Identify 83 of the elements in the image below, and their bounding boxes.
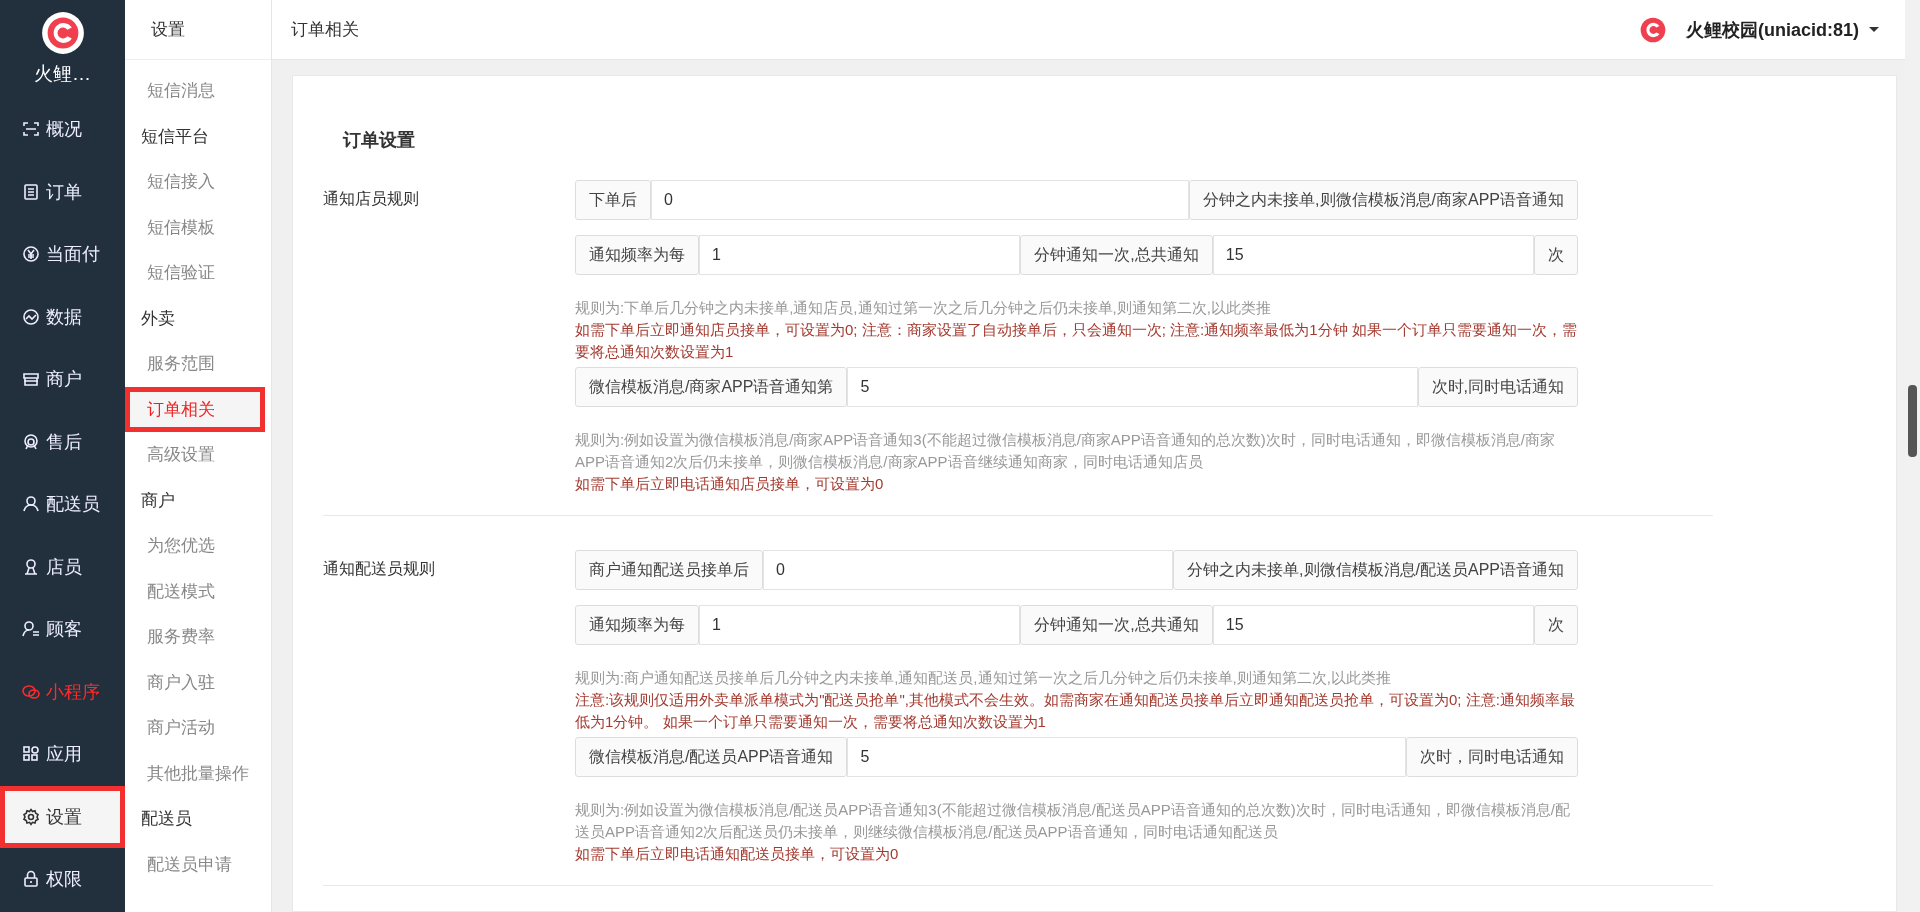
subnav-group-heading: 短信平台 (140, 125, 210, 148)
input-addon: 分钟通知一次,总共通知 (1020, 235, 1213, 275)
scrollbar-thumb[interactable] (1908, 385, 1917, 457)
nav-item[interactable]: 当面付 (0, 223, 125, 286)
help-text: 规则为:下单后几分钟之内未接单,通知店员,通知过第一次之后几分钟之后仍未接单,则通知第二次,以此类推 (575, 298, 1272, 318)
subnav-item[interactable]: 短信消息 (125, 68, 271, 114)
input-addon: 次 (1534, 605, 1578, 645)
input-field[interactable]: 1 (699, 605, 1021, 645)
input-addon: 微信模板消息/商家APP语音通知第 (575, 367, 848, 407)
nav-item[interactable]: 售后 (0, 410, 125, 473)
warning-note: 如需下单后立即电话通知店员接单，可设置为0 (575, 474, 885, 494)
input-addon: 分钟之内未接单,则微信模板消息/商家APP语音通知 (1189, 180, 1578, 220)
help-text: 规则为:商户通知配送员接单后几分钟之内未接单,通知配送员,通知过第一次之后几分钟之后仍未接单,则通知第二次,以此类推 (575, 668, 1392, 688)
subnav-item[interactable]: 服务费率 (125, 614, 271, 660)
subnav-title: 设置 (125, 0, 271, 60)
subnav-item[interactable]: 短信接入 (125, 159, 271, 205)
logo-icon (40, 11, 85, 55)
person-icon (22, 495, 40, 514)
input-field[interactable]: 15 (1212, 605, 1534, 645)
input-field[interactable]: 1 (699, 235, 1021, 275)
caret-icon (1869, 27, 1879, 32)
input-addon: 通知频率为每 (575, 235, 699, 275)
help-text: 规则为:例如设置为微信模板消息/配送员APP语音通知3(不能超过微信模板消息/配送员APP语音通知的总次数)次时，同时电话通知，即微信模板消息/配送员APP语音通知2次后配送员仍未接单，则继续微信模板消息/配送员APP语音通知，同时电话通知配送员 (575, 800, 1572, 842)
warning-note: 注意:该规则仅适用外卖单派单模式为"配送员抢单",其他模式不会生效。如需商家在通知配送员接单后立即通知配送员抢单，可设置为0; 注意:通知频率最低为1分钟。 如果一个订单只需要通知一次，需要将总通知次数设置为1 (575, 690, 1576, 732)
input-field[interactable]: 15 (1212, 235, 1534, 275)
nav-item[interactable]: 订单 (0, 160, 125, 223)
scan-frame-icon (22, 120, 40, 139)
lock-icon (22, 870, 40, 889)
input-addon: 商户通知配送员接单后 (575, 550, 763, 590)
subnav-item[interactable]: 商户入驻 (125, 659, 271, 705)
subnav-group-heading: 配送员 (140, 808, 193, 831)
nav-item[interactable]: 数据 (0, 285, 125, 348)
input-addon: 次时，同时电话通知 (1406, 737, 1578, 777)
subnav-item[interactable]: 短信模板 (125, 204, 271, 250)
subnav-item[interactable]: 商户活动 (125, 705, 271, 751)
input-addon: 通知频率为每 (575, 605, 699, 645)
subnav-item[interactable]: 配送模式 (125, 568, 271, 614)
input-field[interactable]: 0 (763, 550, 1174, 590)
input-field[interactable]: 5 (847, 737, 1406, 777)
input-field[interactable]: 0 (651, 180, 1190, 220)
subnav-group-heading: 商户 (140, 489, 176, 512)
subnav-item[interactable]: 为您优选 (125, 523, 271, 569)
nav-item[interactable]: 配送员 (0, 473, 125, 536)
input-field[interactable]: 5 (847, 367, 1418, 407)
gear-icon (22, 807, 40, 826)
warning-note: 如需下单后立即通知店员接单，可设置为0; 注意：商家设置了自动接单后，只会通知一次; 注意:通知频率最低为1分钟 如果一个订单只需要通知一次，需要将总通知次数设置为1 (575, 320, 1578, 362)
document-icon (22, 182, 40, 201)
yen-coin-icon (22, 245, 40, 264)
input-addon: 分钟之内未接单,则微信模板消息/配送员APP语音通知 (1173, 550, 1578, 590)
subnav-item[interactable]: 订单相关 (125, 386, 265, 432)
grid-icon (22, 745, 40, 764)
person-icon (22, 557, 40, 576)
subnav-item[interactable]: 高级设置 (125, 432, 271, 478)
field-label: 通知店员规则 (323, 189, 420, 209)
subnav-item[interactable]: 服务范围 (125, 341, 271, 387)
nav-item[interactable]: 设置 (0, 785, 125, 848)
input-addon: 次时,同时电话通知 (1417, 367, 1578, 407)
page-title: 订单相关 (291, 19, 360, 41)
brand-name: 火鲤… (34, 62, 91, 86)
logo-icon (1640, 16, 1666, 43)
nav-item[interactable]: 权限 (0, 848, 125, 911)
input-addon: 次 (1534, 235, 1578, 275)
input-addon: 微信模板消息/配送员APP语音通知 (575, 737, 848, 777)
nav-item[interactable]: 应用 (0, 723, 125, 786)
nav-item[interactable]: 顾客 (0, 598, 125, 661)
account-menu[interactable]: 火鲤校园(uniacid:81) (1686, 17, 1879, 42)
chat-bubbles-icon (22, 682, 40, 701)
subnav-item[interactable]: 配送员申请 (125, 841, 271, 887)
nav-item[interactable]: 商户 (0, 348, 125, 411)
nav-item[interactable]: 概况 (0, 98, 125, 161)
input-addon: 分钟通知一次,总共通知 (1020, 605, 1213, 645)
field-label: 通知配送员规则 (323, 559, 436, 579)
nav-item[interactable]: 店员 (0, 535, 125, 598)
subnav-item[interactable]: 其他批量操作 (125, 750, 271, 796)
subnav-item[interactable]: 短信验证 (125, 250, 271, 296)
store-icon (22, 370, 40, 389)
nav-item[interactable]: 小程序 (0, 660, 125, 723)
card-title: 订单设置 (343, 129, 416, 152)
warning-note: 如需下单后立即电话通知配送员接单，可设置为0 (575, 844, 900, 864)
input-addon: 下单后 (575, 180, 651, 220)
subnav-group-heading: 外卖 (140, 307, 176, 330)
person-list-icon (22, 620, 40, 639)
help-text: 规则为:例如设置为微信模板消息/商家APP语音通知3(不能超过微信模板消息/商家APP语音通知的总次数)次时，同时电话通知，即微信模板消息/商家APP语音通知2次后仍未接单，则微信模板消息/商家APP语音继续通知商家，同时电话通知店员 (575, 430, 1557, 472)
